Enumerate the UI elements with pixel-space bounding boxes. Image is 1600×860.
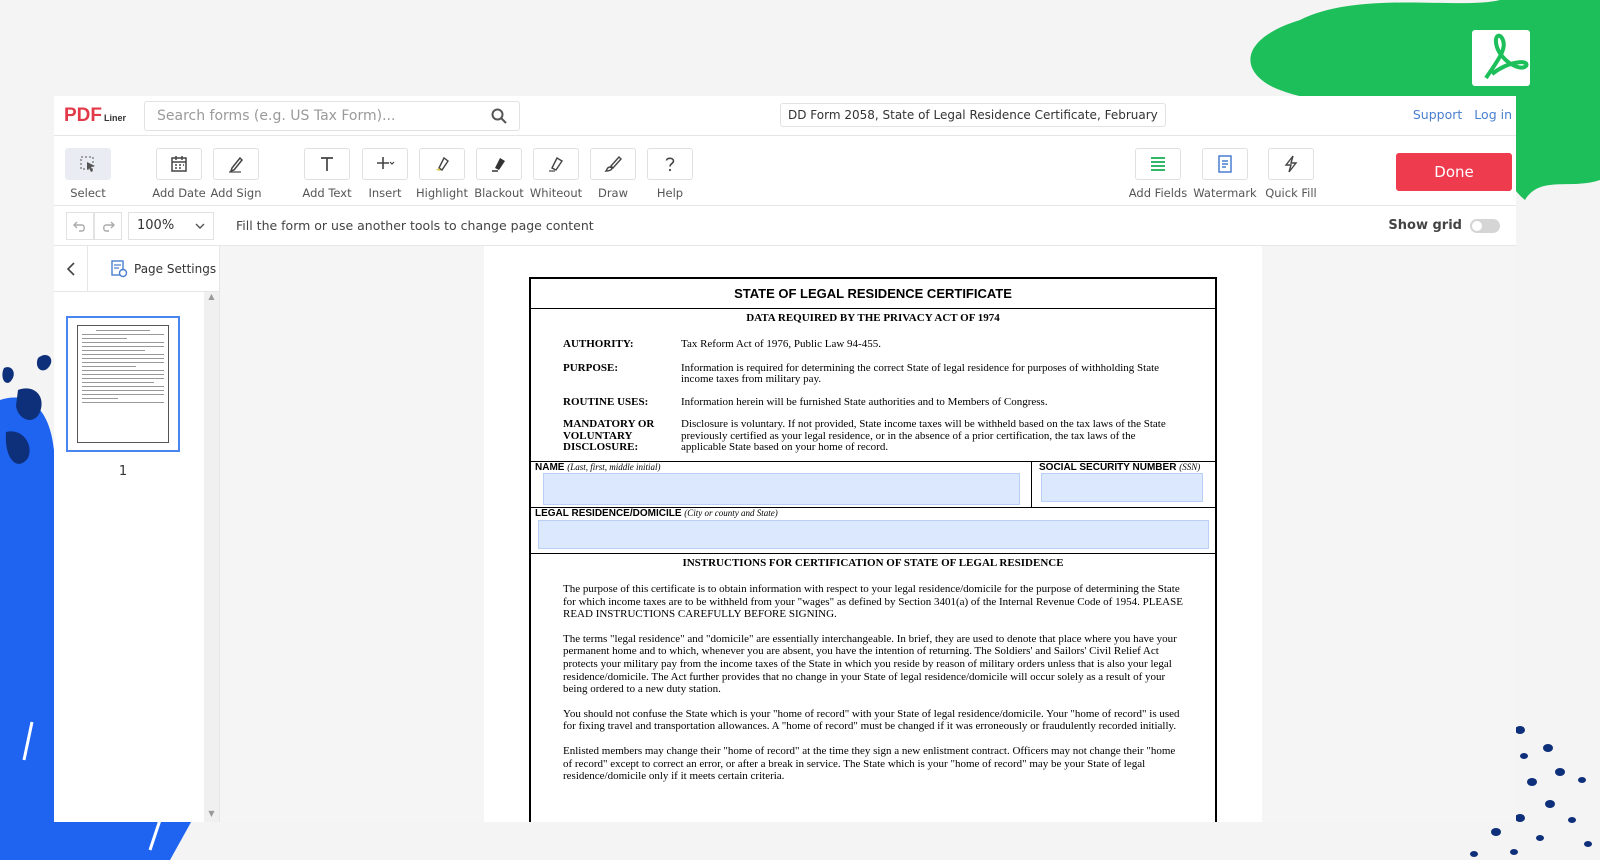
sidebar-scrollbar[interactable]: ▲ ▼ <box>204 292 219 822</box>
undo-button[interactable] <box>66 211 94 240</box>
residence-label: LEGAL RESIDENCE/DOMICILE (City or county… <box>535 508 778 519</box>
residence-form: STATE OF LEGAL RESIDENCE CERTIFICATE DAT… <box>529 277 1217 822</box>
tool-blackout[interactable]: Blackout <box>469 148 529 200</box>
pages-sidebar: Page Settings 1 ▲ ▼ <box>54 245 220 822</box>
chevron-left-icon <box>66 261 75 276</box>
instructions-paragraph: The terms "legal residence" and "domicil… <box>563 632 1177 696</box>
form-title: STATE OF LEGAL RESIDENCE CERTIFICATE <box>531 279 1215 309</box>
login-link[interactable]: Log in <box>1474 107 1512 122</box>
editor-app: PDFLiner DD Form 2058, State of Legal Re… <box>54 96 1516 822</box>
zoom-select[interactable]: 100% <box>128 211 214 240</box>
document-title[interactable]: DD Form 2058, State of Legal Residence C… <box>780 103 1166 127</box>
privacy-header: DATA REQUIRED BY THE PRIVACY ACT OF 1974 <box>746 312 1000 324</box>
instructions-paragraph: The purpose of this certificate is to ob… <box>563 583 1183 621</box>
name-field[interactable] <box>543 473 1020 505</box>
scroll-up-icon[interactable]: ▲ <box>204 292 219 301</box>
text-icon <box>321 157 333 171</box>
calendar-icon <box>171 156 187 172</box>
redo-icon <box>103 221 115 232</box>
document-canvas: STATE OF LEGAL RESIDENCE CERTIFICATE DAT… <box>220 246 1516 822</box>
sub-toolbar: 100% Fill the form or use another tools … <box>54 206 1516 246</box>
residence-field[interactable] <box>538 520 1209 549</box>
grid-switch[interactable] <box>1470 218 1500 233</box>
page-thumbnail[interactable] <box>66 316 180 452</box>
tool-watermark[interactable]: Watermark <box>1193 148 1257 200</box>
undo-icon <box>73 221 85 232</box>
tool-add-sign[interactable]: Add Sign <box>206 148 266 200</box>
pdf-logo-icon <box>1472 30 1530 86</box>
toolbar: Select Add Date Add Sign Add Text Insert… <box>54 136 1516 206</box>
highlighter-icon <box>436 156 449 171</box>
done-button[interactable]: Done <box>1396 153 1512 191</box>
tool-select[interactable]: Select <box>58 148 118 200</box>
instructions-paragraph: You should not confuse the State which i… <box>563 707 1180 733</box>
page-settings-button[interactable]: Page Settings <box>110 259 216 278</box>
cursor-icon <box>80 156 95 172</box>
privacy-row-purpose: PURPOSE: Information is required for det… <box>563 361 1160 385</box>
tool-help[interactable]: Help <box>640 148 700 200</box>
tool-whiteout[interactable]: Whiteout <box>526 148 586 200</box>
residence-row: LEGAL RESIDENCE/DOMICILE (City or county… <box>531 507 1215 553</box>
tool-add-text[interactable]: Add Text <box>297 148 357 200</box>
privacy-row-authority: AUTHORITY: Tax Reform Act of 1976, Publi… <box>563 338 881 350</box>
plus-icon <box>377 157 395 169</box>
name-label: NAME (Last, first, middle initial) <box>535 462 661 473</box>
tool-draw[interactable]: Draw <box>583 148 643 200</box>
whiteout-icon <box>549 157 563 172</box>
sidebar-header: Page Settings <box>54 245 219 292</box>
question-icon <box>665 157 675 172</box>
blackout-icon <box>492 158 505 172</box>
scroll-down-icon[interactable]: ▼ <box>204 809 219 818</box>
pen-icon <box>229 156 244 173</box>
privacy-row-disclosure: MANDATORY OR VOLUNTARY DISCLOSURE: Discl… <box>563 418 1166 453</box>
pdfliner-logo[interactable]: PDF Liner <box>64 105 136 127</box>
ssn-label: SOCIAL SECURITY NUMBER (SSN) <box>1039 462 1201 473</box>
brush-icon <box>604 155 622 172</box>
page-number: 1 <box>118 464 128 479</box>
redo-button[interactable] <box>94 211 122 240</box>
watermark-icon <box>1218 155 1232 173</box>
hint-text: Fill the form or use another tools to ch… <box>236 218 594 233</box>
lightning-icon <box>1284 155 1298 173</box>
instructions-section: INSTRUCTIONS FOR CERTIFICATION OF STATE … <box>531 553 1215 822</box>
show-grid-toggle[interactable]: Show grid <box>1388 218 1500 233</box>
tool-highlight[interactable]: Highlight <box>412 148 472 200</box>
name-ssn-row: NAME (Last, first, middle initial) SOCIA… <box>531 461 1215 508</box>
tool-add-fields[interactable]: Add Fields <box>1128 148 1188 200</box>
collapse-sidebar-button[interactable] <box>54 245 88 292</box>
support-link[interactable]: Support <box>1413 107 1462 122</box>
header-links: Support Log in <box>1413 107 1512 122</box>
tool-add-date[interactable]: Add Date <box>149 148 209 200</box>
instructions-title: INSTRUCTIONS FOR CERTIFICATION OF STATE … <box>682 557 1064 569</box>
chevron-down-icon <box>195 223 205 229</box>
search-input[interactable] <box>157 107 491 124</box>
top-header: PDFLiner DD Form 2058, State of Legal Re… <box>54 96 1516 136</box>
search-box <box>144 100 520 131</box>
instructions-paragraph: Enlisted members may change their "home … <box>563 744 1176 783</box>
tool-insert[interactable]: Insert <box>355 148 415 200</box>
document-page: STATE OF LEGAL RESIDENCE CERTIFICATE DAT… <box>484 246 1262 822</box>
privacy-row-routine-uses: ROUTINE USES: Information herein will be… <box>563 395 1048 408</box>
ssn-field[interactable] <box>1041 473 1203 502</box>
search-icon[interactable] <box>491 108 507 124</box>
tool-quick-fill[interactable]: Quick Fill <box>1261 148 1321 200</box>
fields-icon <box>1151 157 1165 171</box>
page-settings-icon <box>111 259 128 277</box>
